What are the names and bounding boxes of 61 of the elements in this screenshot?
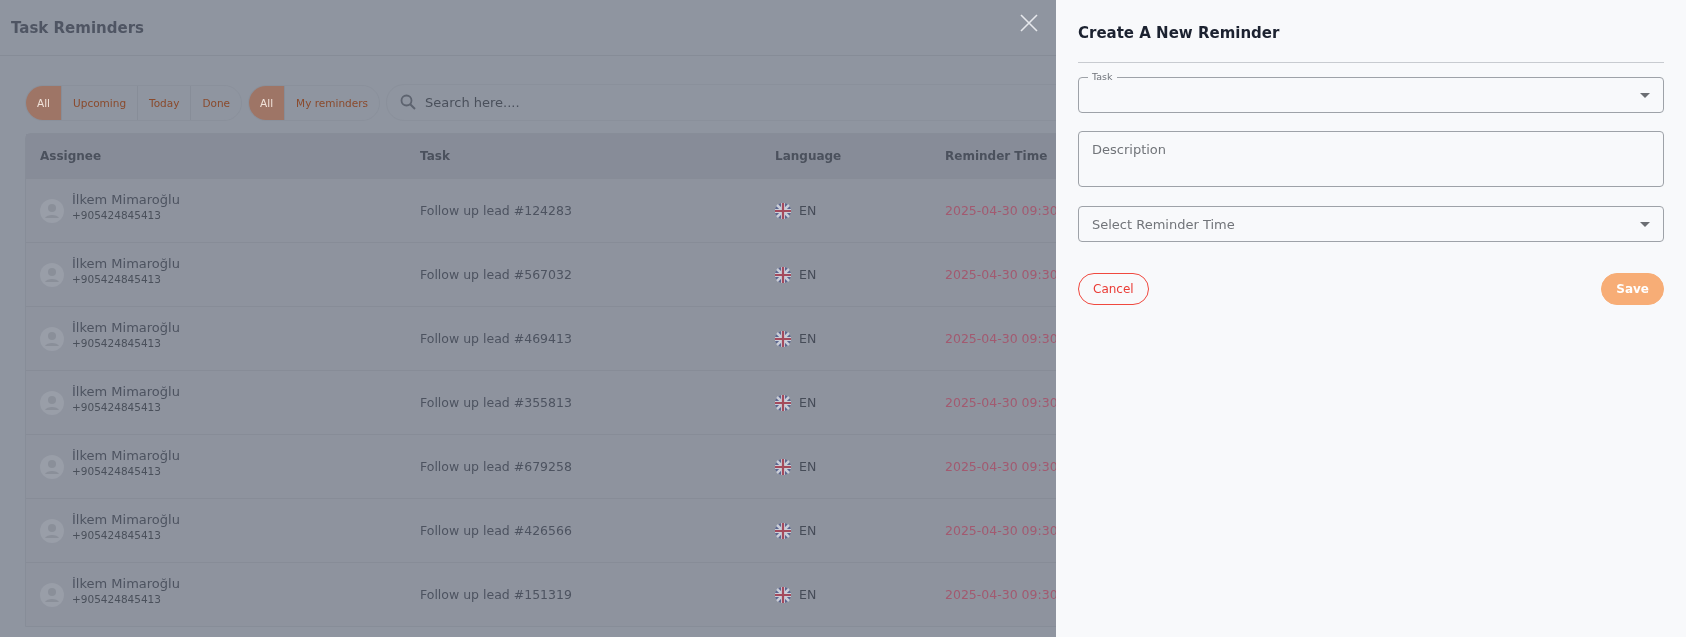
filter-tab[interactable]: All <box>26 85 62 120</box>
assignee-phone: +905424845413 <box>72 529 162 541</box>
description-field[interactable]: Description <box>1078 131 1664 187</box>
language-code: EN <box>799 331 817 346</box>
assignee-name: İlkem Mimaroğlu <box>72 576 180 591</box>
assignee-name: İlkem Mimaroğlu <box>72 448 180 463</box>
dropdown-caret-icon <box>1640 92 1650 98</box>
search-field[interactable]: Search here.... <box>385 84 1056 121</box>
field-placeholder: Description <box>1092 142 1168 157</box>
uk-flag-icon <box>775 522 791 539</box>
assignee-name: İlkem Mimaroğlu <box>72 512 180 527</box>
filter-tab[interactable]: All <box>249 85 285 120</box>
assignee-phone: +905424845413 <box>72 593 162 605</box>
close-icon <box>1019 13 1039 33</box>
page-title: Task Reminders <box>11 18 144 37</box>
uk-flag-icon <box>775 586 791 603</box>
reminder-time: 2025-04-30 09:30 <box>945 459 1056 474</box>
assignee-phone: +905424845413 <box>72 209 162 221</box>
assignee-phone: +905424845413 <box>72 273 162 285</box>
column-header: Language <box>775 149 843 163</box>
assignee-name: İlkem Mimaroğlu <box>72 192 180 207</box>
search-icon <box>399 94 416 110</box>
language-code: EN <box>799 203 817 218</box>
uk-flag-icon <box>775 394 791 411</box>
assignee-name: İlkem Mimaroğlu <box>72 320 180 335</box>
task-cell-text: Follow up lead #151319 <box>420 587 573 602</box>
task-cell-text: Follow up lead #124283 <box>420 203 573 218</box>
field-placeholder: Select Reminder Time <box>1092 216 1236 232</box>
drawer-title: Create A New Reminder <box>1078 24 1281 42</box>
reminder-time: 2025-04-30 09:30 <box>945 331 1056 346</box>
assignee-name: İlkem Mimaroğlu <box>72 256 180 271</box>
language-code: EN <box>799 523 817 538</box>
dropdown-caret-icon <box>1640 221 1650 227</box>
reminder-time: 2025-04-30 09:30 <box>945 267 1056 282</box>
language-code: EN <box>799 587 817 602</box>
reminder-time: 2025-04-30 09:30 <box>945 395 1056 410</box>
task-cell-text: Follow up lead #469413 <box>420 331 573 346</box>
uk-flag-icon <box>775 202 791 219</box>
task-cell-text: Follow up lead #567032 <box>420 267 573 282</box>
reminder-time: 2025-04-30 09:30 <box>945 203 1056 218</box>
uk-flag-icon <box>775 266 791 283</box>
field-label: Task <box>1088 71 1117 82</box>
select-field[interactable]: Select Reminder Time <box>1078 206 1664 242</box>
column-header: Reminder Time <box>945 149 1049 163</box>
reminder-time: 2025-04-30 09:30 <box>945 587 1056 602</box>
language-code: EN <box>799 267 817 282</box>
language-code: EN <box>799 459 817 474</box>
task-cell-text: Follow up lead #679258 <box>420 459 573 474</box>
assignee-name: İlkem Mimaroğlu <box>72 384 180 399</box>
column-header: Task <box>420 149 451 163</box>
save-button[interactable]: Save <box>1601 273 1664 305</box>
assignee-phone: +905424845413 <box>72 465 162 477</box>
assignee-phone: +905424845413 <box>72 401 162 413</box>
column-header: Assignee <box>40 149 103 163</box>
task-cell-text: Follow up lead #426566 <box>420 523 573 538</box>
uk-flag-icon <box>775 458 791 475</box>
task-cell-text: Follow up lead #355813 <box>420 395 573 410</box>
language-code: EN <box>799 395 817 410</box>
uk-flag-icon <box>775 330 791 347</box>
assignee-phone: +905424845413 <box>72 337 162 349</box>
reminder-time: 2025-04-30 09:30 <box>945 523 1056 538</box>
